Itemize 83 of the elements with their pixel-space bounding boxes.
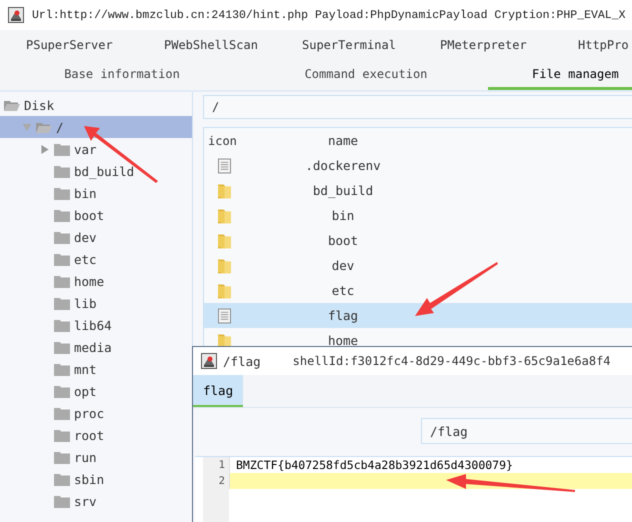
tree-item[interactable]: bd_build	[0, 160, 192, 182]
folder-icon	[54, 186, 70, 200]
expand-right-icon[interactable]	[40, 144, 50, 154]
table-cell-text: dev	[330, 258, 356, 273]
tab[interactable]: flag	[193, 375, 244, 407]
line-number: 2	[203, 473, 229, 489]
folder-icon	[54, 494, 70, 508]
document-icon	[218, 158, 231, 174]
tree-item[interactable]: mnt	[0, 358, 192, 380]
table-cell-text: .dockerenv	[304, 158, 382, 173]
tree-item[interactable]: Disk	[0, 94, 192, 116]
folder-icon	[54, 450, 70, 464]
tab[interactable]: PSuperServer	[0, 30, 138, 60]
tree-item[interactable]: opt	[0, 380, 192, 402]
tree-item[interactable]: dev	[0, 226, 192, 248]
table-cell-text: flag	[326, 308, 360, 323]
tree-item[interactable]: root	[0, 424, 192, 446]
folder-icon	[218, 182, 231, 198]
folder-icon	[54, 252, 70, 266]
table-cell-text: bin	[330, 208, 356, 223]
document-icon	[218, 308, 231, 324]
folder-icon	[218, 232, 231, 248]
table-cell-text: home	[326, 333, 360, 348]
line-number: 1	[203, 457, 229, 473]
folder-icon	[54, 428, 70, 442]
tree-item[interactable]: bin	[0, 182, 192, 204]
line-number-gutter	[203, 489, 229, 522]
tree-item[interactable]: home	[0, 270, 192, 292]
file-row[interactable]: dev	[204, 253, 632, 278]
tab[interactable]: HttpPro	[552, 30, 632, 60]
shell-id: shellId:f3012fc4-8d29-449c-bbf3-65c9a1e6a8f4	[292, 354, 611, 368]
folder-icon	[218, 282, 231, 298]
folder-icon	[54, 384, 70, 398]
tab[interactable]: Command execution	[244, 60, 488, 90]
table-cell-text: boot	[326, 233, 360, 248]
file-row[interactable]: bin	[204, 203, 632, 228]
folder-icon	[54, 208, 70, 222]
tab[interactable]: PMeterpreter	[414, 30, 552, 60]
open-folder-icon	[4, 98, 20, 112]
tree-item[interactable]: proc	[0, 402, 192, 424]
tree-item[interactable]: run	[0, 446, 192, 468]
column-header: name	[326, 133, 360, 148]
column-header: icon	[207, 134, 238, 148]
tree-item[interactable]: media	[0, 336, 192, 358]
tree-item[interactable]: lib64	[0, 314, 192, 336]
tree-item[interactable]: sbin	[0, 468, 192, 490]
table-cell-text: bd_build	[312, 183, 374, 198]
folder-icon	[54, 406, 70, 420]
open-folder-icon	[36, 120, 52, 134]
path-field[interactable]: /	[203, 95, 632, 119]
folder-icon	[218, 258, 231, 274]
editor-window-title: /flag	[223, 354, 261, 368]
tab[interactable]: Base information	[0, 60, 244, 90]
folder-icon	[54, 142, 70, 156]
folder-icon	[54, 296, 70, 310]
tree-item[interactable]: lib	[0, 292, 192, 314]
tree-item[interactable]: etc	[0, 248, 192, 270]
file-row[interactable]: boot	[204, 228, 632, 253]
folder-icon	[54, 362, 70, 376]
tree-item[interactable]: var	[0, 138, 192, 160]
table-cell-text: etc	[330, 283, 356, 298]
folder-icon	[54, 230, 70, 244]
tree-item[interactable]: /	[0, 116, 192, 138]
folder-icon	[54, 164, 70, 178]
window-title: Url:http://www.bmzclub.cn:24130/hint.php Payload:PhpDynamicPayload Cryption:PHP_EVAL_X	[32, 8, 626, 22]
app-icon	[201, 353, 217, 369]
path-field[interactable]: /flag	[421, 418, 632, 444]
tree-item[interactable]: srv	[0, 490, 192, 512]
folder-icon	[218, 208, 231, 224]
tab[interactable]: PWebShellScan	[138, 30, 276, 60]
code-editor[interactable]: 1 BMZCTF{b407258fd5cb4a28b3921d65d4300079} 2	[195, 456, 632, 522]
tab[interactable]: SuperTerminal	[276, 30, 414, 60]
file-row[interactable]: flag	[204, 303, 632, 328]
folder-icon	[54, 274, 70, 288]
file-row[interactable]: bd_build	[204, 178, 632, 203]
tree-item[interactable]: boot	[0, 204, 192, 226]
file-row[interactable]: .dockerenv	[204, 153, 632, 178]
folder-icon	[54, 340, 70, 354]
tab[interactable]: File managem	[488, 60, 632, 90]
folder-icon	[54, 472, 70, 486]
file-row[interactable]: etc	[204, 278, 632, 303]
folder-icon	[54, 318, 70, 332]
app-icon	[8, 7, 24, 23]
